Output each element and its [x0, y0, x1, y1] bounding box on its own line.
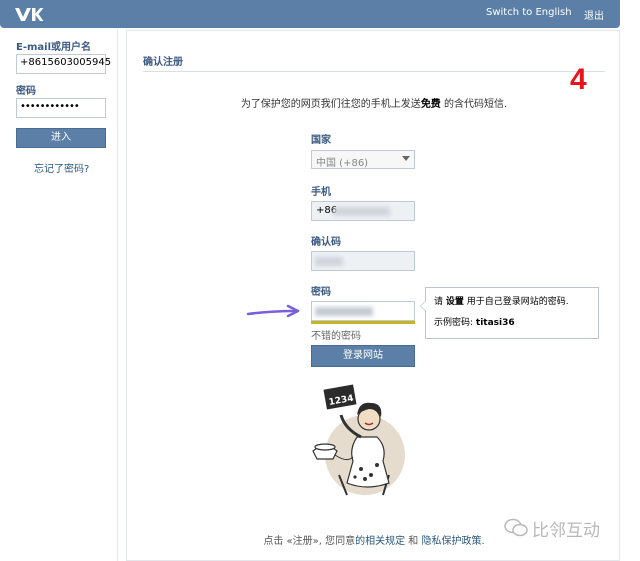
tooltip-line-1-post: 用于自己登录网站的密码. [466, 297, 569, 307]
footer-text-post: . [481, 536, 485, 547]
wechat-icon [504, 518, 528, 537]
tooltip-line-1-bold: 设置 [445, 297, 464, 307]
intro-text-bold: 免费 [420, 99, 441, 110]
intro-text-before: 为了保护您的网页我们往您的手机上发送 [240, 99, 421, 110]
password-strength-bar [311, 321, 415, 324]
country-select[interactable]: 中国 (+86) [311, 150, 415, 169]
watermark-text: 比邻互动 [532, 521, 600, 541]
phone-label: 手机 [311, 187, 331, 198]
step-number: 4 [570, 63, 587, 96]
logout-link[interactable]: 退出 [584, 7, 604, 22]
password-field-label: 密码 [311, 287, 331, 298]
vk-logo-icon[interactable] [14, 6, 44, 22]
forgot-password-link[interactable]: 忘记了密码? [34, 160, 89, 175]
tooltip-line-2: 示例密码: titasi36 [434, 315, 590, 328]
woman-phone-illustration: 1234 [312, 384, 405, 496]
submit-login-button[interactable]: 登录网站 [311, 345, 415, 367]
tooltip-line-2-pre: 示例密码: [434, 318, 474, 328]
tooltip-line-1-pre: 请 [434, 297, 444, 307]
tooltip-arrow-inner [421, 301, 426, 311]
top-header: Switch to English 退出 [0, 0, 620, 28]
tooltip-line-1: 请 设置 用于自己登录网站的密码. [434, 294, 590, 307]
section-divider [143, 71, 605, 72]
email-field[interactable]: +8615603005945 [16, 54, 111, 74]
chevron-down-icon [402, 156, 410, 161]
tooltip-line-2-bold: titasi36 [475, 318, 515, 328]
section-title: 确认注册 [143, 57, 183, 68]
registration-panel: 确认注册 4 为了保护您的网页我们往您的手机上发送免费 的含代码短信. 国家 中… [126, 30, 620, 561]
password-label: 密码 [16, 86, 36, 97]
footer-text-mid: 和 [408, 536, 419, 547]
confirmation-code-field[interactable] [311, 251, 415, 271]
watermark: 比邻互动 [504, 516, 624, 541]
code-label: 确认码 [311, 237, 341, 248]
redacted-password [315, 307, 373, 316]
footer-text-pre: 点击 «注册», 您同意 [263, 536, 356, 547]
password-tooltip: 请 设置 用于自己登录网站的密码. 示例密码: titasi36 [420, 287, 599, 339]
country-label: 国家 [311, 135, 331, 146]
login-sidebar: E-mail或用户名 +8615603005945 密码 •••••••••••… [0, 30, 118, 561]
redacted-phone [334, 207, 390, 216]
password-strength-text: 不错的密码 [311, 331, 361, 342]
phone-field[interactable]: +86 [311, 201, 415, 221]
privacy-policy-link[interactable]: 隐私保护政策 [421, 536, 481, 547]
intro-text: 为了保护您的网页我们往您的手机上发送免费 的含代码短信. [127, 95, 621, 110]
terms-link[interactable]: 的相关规定 [355, 536, 405, 547]
intro-text-after: 的含代码短信. [444, 99, 508, 110]
country-select-value: 中国 (+86) [316, 158, 369, 169]
annotation-arrow-icon [246, 304, 300, 318]
email-label: E-mail或用户名 [16, 42, 92, 53]
redacted-code [315, 257, 343, 266]
login-button[interactable]: 进入 [16, 128, 106, 148]
password-field[interactable]: •••••••••••• [16, 98, 106, 118]
switch-language-link[interactable]: Switch to English [486, 7, 572, 18]
new-password-field[interactable] [311, 301, 415, 321]
